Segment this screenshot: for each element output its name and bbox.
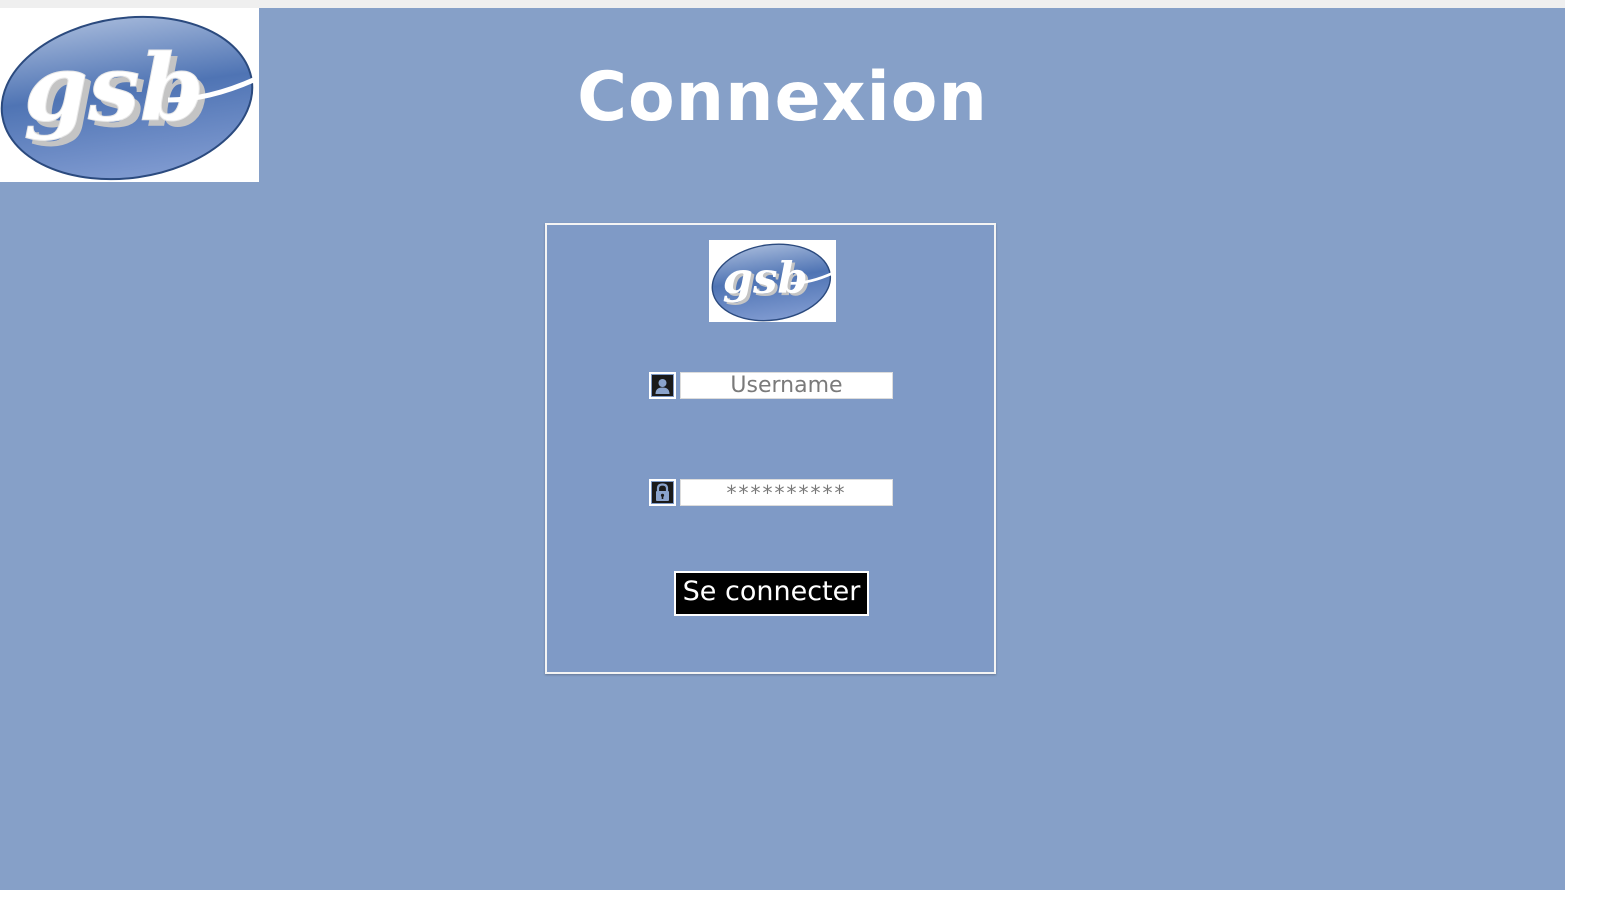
browser-top-strip <box>0 0 1600 8</box>
right-gutter <box>1565 0 1600 910</box>
password-row <box>649 479 893 506</box>
username-row <box>649 372 893 399</box>
login-form: gsb gsb Username Se connecter <box>545 223 996 674</box>
login-button[interactable]: Se connecter <box>674 571 869 616</box>
gsb-logo-small-text-front: gsb <box>723 253 808 304</box>
user-icon <box>649 372 676 399</box>
bottom-strip <box>0 890 1600 910</box>
gsb-logo-small-icon: gsb gsb <box>711 243 834 322</box>
page-title: Connexion <box>0 58 1565 137</box>
page-title-text: Connexion <box>577 58 988 137</box>
username-input[interactable] <box>680 372 893 399</box>
form-logo: gsb gsb <box>709 240 836 322</box>
lock-icon <box>649 479 676 506</box>
login-page: gsb gsb Connexion gsb gsb Username Se co… <box>0 8 1565 890</box>
password-input[interactable] <box>680 479 893 506</box>
